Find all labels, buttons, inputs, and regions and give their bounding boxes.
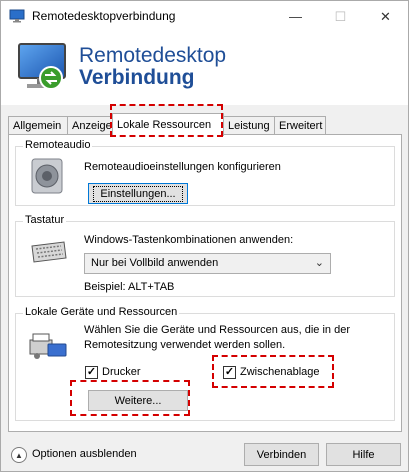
tab-erweitert[interactable]: Erweitert: [274, 116, 326, 135]
group-remoteaudio: Remoteaudio Remoteaudioeinstellungen kon…: [15, 139, 395, 206]
optionen-ausblenden-label[interactable]: Optionen ausblenden: [32, 448, 137, 460]
group-lokale-geraete: Lokale Geräte und Ressourcen Wählen Sie …: [15, 306, 395, 421]
rdp-window: Remotedesktopverbindung — ☐ ✕ Remotedesk…: [0, 0, 409, 472]
remote-desktop-logo-icon: [18, 43, 66, 90]
remote-desktop-icon: [9, 9, 25, 23]
maximize-button[interactable]: ☐: [318, 1, 363, 32]
tastatur-example: Beispiel: ALT+TAB: [84, 281, 175, 293]
zwischenablage-label: Zwischenablage: [240, 366, 320, 378]
tastatur-description: Windows-Tastenkombinationen anwenden:: [84, 234, 294, 246]
remoteaudio-description: Remoteaudioeinstellungen konfigurieren: [84, 161, 281, 173]
weitere-button[interactable]: Weitere...: [88, 390, 188, 411]
keyboard-icon: [31, 241, 67, 263]
drucker-label: Drucker: [102, 366, 141, 378]
drucker-checkbox[interactable]: ✓: [85, 366, 98, 379]
minimize-button[interactable]: —: [273, 1, 318, 32]
einstellungen-button[interactable]: Einstellungen...: [88, 183, 188, 204]
tastenkombination-selected: Nur bei Vollbild anwenden: [91, 257, 219, 269]
window-title: Remotedesktopverbindung: [32, 9, 176, 23]
lokale-geraete-description-line2: Remotesitzung verwendet werden sollen.: [84, 339, 286, 351]
close-button[interactable]: ✕: [363, 1, 408, 32]
tab-leistung[interactable]: Leistung: [223, 116, 275, 135]
tab-anzeige[interactable]: Anzeige: [67, 116, 113, 135]
devices-icon: [29, 333, 67, 359]
tab-allgemein[interactable]: Allgemein: [8, 116, 68, 135]
chevron-down-icon: ⌄: [314, 257, 324, 269]
group-title-remoteaudio: Remoteaudio: [23, 139, 93, 151]
banner: Remotedesktop Verbindung: [1, 32, 408, 105]
tab-lokale-ressourcen[interactable]: Lokale Ressourcen: [112, 113, 224, 136]
tab-panel-lokale-ressourcen: Remoteaudio Remoteaudioeinstellungen kon…: [8, 134, 402, 432]
title-bar: Remotedesktopverbindung — ☐ ✕: [1, 1, 408, 32]
tastenkombination-select[interactable]: Nur bei Vollbild anwenden ⌄: [84, 253, 331, 274]
zwischenablage-checkbox[interactable]: ✓: [223, 366, 236, 379]
speaker-icon: [31, 158, 63, 194]
verbinden-button[interactable]: Verbinden: [244, 443, 319, 466]
hilfe-button[interactable]: Hilfe: [326, 443, 401, 466]
chevron-up-icon[interactable]: ▲: [11, 447, 27, 463]
group-title-lokale-geraete: Lokale Geräte und Ressourcen: [23, 306, 180, 318]
group-title-tastatur: Tastatur: [23, 214, 67, 226]
group-tastatur: Tastatur Windows-Tastenkombinationen anw…: [15, 214, 395, 297]
einstellungen-button-label: Einstellungen...: [93, 185, 183, 202]
banner-title-line2: Verbindung: [79, 66, 195, 89]
banner-title-line1: Remotedesktop: [79, 44, 227, 67]
lokale-geraete-description-line1: Wählen Sie die Geräte und Ressourcen aus…: [84, 324, 350, 336]
